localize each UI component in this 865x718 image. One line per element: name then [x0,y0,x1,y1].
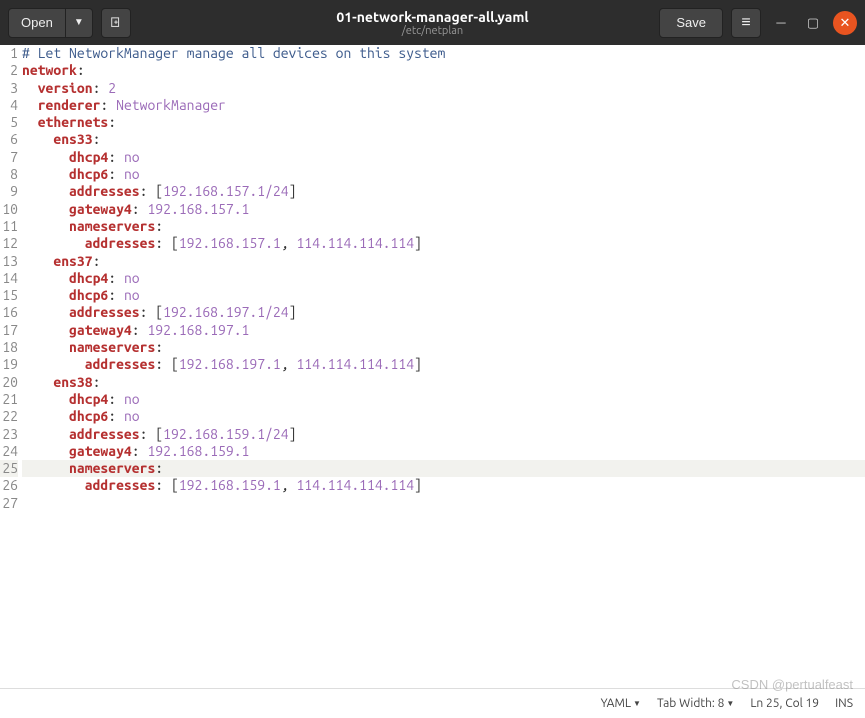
chevron-down-icon: ▼ [633,699,641,708]
line-number: 12 [0,235,18,252]
status-insert-mode[interactable]: INS [835,697,853,710]
status-language-label: YAML [601,697,631,710]
chevron-down-icon: ▼ [74,17,84,28]
minimize-button[interactable]: ─ [769,11,793,35]
save-button[interactable]: Save [659,8,723,38]
line-number: 14 [0,270,18,287]
line-number-gutter: 1234567891011121314151617181920212223242… [0,45,22,688]
line-number: 13 [0,253,18,270]
line-number: 25 [0,460,18,477]
code-line[interactable]: gateway4: 192.168.197.1 [22,322,865,339]
line-number: 1 [0,45,18,62]
code-line[interactable]: gateway4: 192.168.157.1 [22,201,865,218]
code-line[interactable]: dhcp4: no [22,391,865,408]
new-document-button[interactable] [101,8,131,38]
status-bar: YAML ▼ Tab Width: 8 ▼ Ln 25, Col 19 INS [0,688,865,718]
code-line[interactable]: dhcp4: no [22,149,865,166]
code-line[interactable]: dhcp6: no [22,166,865,183]
title-center: 01-network-manager-all.yaml /etc/netplan [336,9,528,37]
close-button[interactable]: ✕ [833,11,857,35]
hamburger-icon: ≡ [741,14,750,32]
code-line[interactable]: ens38: [22,374,865,391]
code-line[interactable]: dhcp6: no [22,287,865,304]
maximize-icon: ▢ [807,15,819,31]
line-number: 21 [0,391,18,408]
line-number: 5 [0,114,18,131]
code-content[interactable]: # Let NetworkManager manage all devices … [22,45,865,688]
code-line[interactable]: addresses: [192.168.197.1/24] [22,304,865,321]
line-number: 18 [0,339,18,356]
line-number: 7 [0,149,18,166]
status-tab-width-label: Tab Width: 8 [657,697,724,710]
code-line[interactable]: ens37: [22,253,865,270]
code-line[interactable]: addresses: [192.168.197.1, 114.114.114.1… [22,356,865,373]
title-filename: 01-network-manager-all.yaml [336,9,528,25]
code-line[interactable]: dhcp4: no [22,270,865,287]
line-number: 11 [0,218,18,235]
new-doc-icon [110,16,122,30]
code-line[interactable] [22,495,865,512]
open-button[interactable]: Open [8,8,66,38]
code-line[interactable]: version: 2 [22,80,865,97]
line-number: 9 [0,183,18,200]
code-line[interactable]: addresses: [192.168.159.1/24] [22,426,865,443]
minimize-icon: ─ [776,15,785,30]
code-line[interactable]: nameservers: [22,218,865,235]
status-language[interactable]: YAML ▼ [601,697,641,710]
code-line[interactable]: renderer: NetworkManager [22,97,865,114]
editor-area[interactable]: 1234567891011121314151617181920212223242… [0,45,865,688]
line-number: 19 [0,356,18,373]
code-line[interactable]: ens33: [22,131,865,148]
code-line[interactable]: addresses: [192.168.157.1/24] [22,183,865,200]
code-line[interactable]: network: [22,62,865,79]
line-number: 2 [0,62,18,79]
code-line[interactable]: dhcp6: no [22,408,865,425]
line-number: 27 [0,495,18,512]
code-line[interactable]: addresses: [192.168.157.1, 114.114.114.1… [22,235,865,252]
status-cursor-position[interactable]: Ln 25, Col 19 [750,697,819,710]
line-number: 4 [0,97,18,114]
line-number: 10 [0,201,18,218]
code-line[interactable]: nameservers: [22,460,865,477]
line-number: 3 [0,80,18,97]
line-number: 8 [0,166,18,183]
code-line[interactable]: # Let NetworkManager manage all devices … [22,45,865,62]
code-line[interactable]: gateway4: 192.168.159.1 [22,443,865,460]
chevron-down-icon: ▼ [726,699,734,708]
line-number: 24 [0,443,18,460]
titlebar: Open ▼ 01-network-manager-all.yaml /etc/… [0,0,865,45]
line-number: 15 [0,287,18,304]
status-tab-width[interactable]: Tab Width: 8 ▼ [657,697,734,710]
maximize-button[interactable]: ▢ [801,11,825,35]
line-number: 6 [0,131,18,148]
code-line[interactable]: nameservers: [22,339,865,356]
hamburger-menu-button[interactable]: ≡ [731,8,761,38]
title-path: /etc/netplan [336,25,528,37]
code-line[interactable]: ethernets: [22,114,865,131]
close-icon: ✕ [840,15,851,31]
line-number: 26 [0,477,18,494]
line-number: 23 [0,426,18,443]
code-line[interactable]: addresses: [192.168.159.1, 114.114.114.1… [22,477,865,494]
line-number: 20 [0,374,18,391]
line-number: 22 [0,408,18,425]
line-number: 17 [0,322,18,339]
line-number: 16 [0,304,18,321]
open-dropdown-button[interactable]: ▼ [66,8,93,38]
